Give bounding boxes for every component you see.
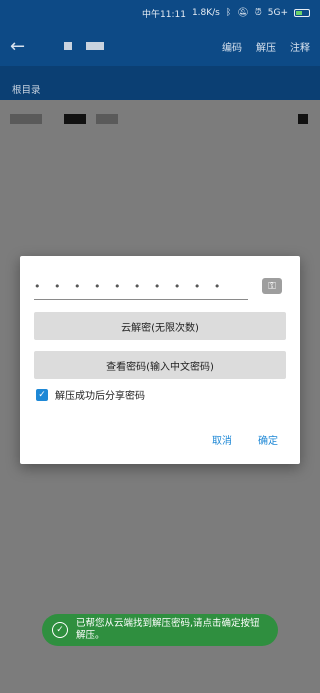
encoding-action[interactable]: 编码 xyxy=(222,39,242,54)
cloud-decrypt-button[interactable]: 云解密(无限次数) xyxy=(34,312,286,340)
breadcrumb: 根目录 xyxy=(0,66,320,100)
redacted-title xyxy=(64,42,222,50)
network-speed: 1.8K/s xyxy=(191,8,220,18)
toast: ✓ 已帮您从云端找到解压密码,请点击确定按钮解压。 xyxy=(42,614,278,646)
view-password-button[interactable]: 查看密码(输入中文密码) xyxy=(34,351,286,379)
redacted-block xyxy=(64,42,72,50)
extract-action[interactable]: 解压 xyxy=(256,39,276,54)
list-item[interactable] xyxy=(0,108,320,126)
redacted-block xyxy=(298,114,308,124)
password-dialog: • • • • • • • • • • ⚿ 云解密(无限次数) 查看密码(输入中… xyxy=(20,256,300,464)
key-icon[interactable]: ⚿ xyxy=(262,278,282,294)
redacted-block xyxy=(96,114,118,124)
network-type: 5G+ xyxy=(267,8,288,18)
battery-icon xyxy=(294,9,310,17)
toast-message: 已帮您从云端找到解压密码,请点击确定按钮解压。 xyxy=(76,618,260,641)
password-input[interactable]: • • • • • • • • • • xyxy=(34,274,248,300)
breadcrumb-root[interactable]: 根目录 xyxy=(12,85,41,96)
redacted-block xyxy=(64,114,86,124)
share-password-option[interactable]: ✓ 解压成功后分享密码 xyxy=(36,387,145,402)
redacted-block xyxy=(86,42,104,50)
confirm-button[interactable]: 确定 xyxy=(258,432,278,447)
redacted-block xyxy=(10,114,42,124)
share-checkbox-label: 解压成功后分享密码 xyxy=(55,391,145,402)
check-circle-icon: ✓ xyxy=(52,622,68,638)
mute-icon: 🔕︎ xyxy=(237,7,249,18)
share-checkbox[interactable]: ✓ xyxy=(36,388,48,401)
bluetooth-icon: ᛒ xyxy=(225,7,232,18)
comment-action[interactable]: 注释 xyxy=(290,39,310,54)
status-time: 中午11:11 xyxy=(142,9,186,20)
alarm-icon: ⏰︎ xyxy=(254,7,262,18)
app-bar: ← 编码 解压 注释 xyxy=(0,26,320,66)
status-bar: 中午11:11 1.8K/s ᛒ 🔕︎ ⏰︎ 5G+ xyxy=(0,0,320,26)
cancel-button[interactable]: 取消 xyxy=(212,432,232,447)
back-arrow-icon[interactable]: ← xyxy=(10,36,32,57)
